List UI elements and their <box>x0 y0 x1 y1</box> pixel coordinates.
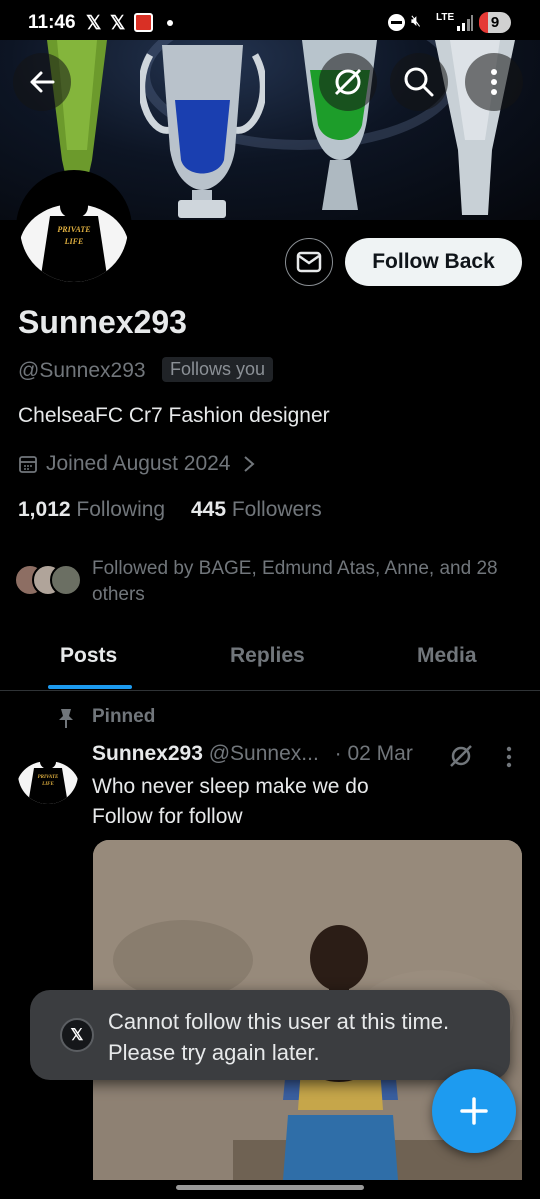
grok-icon <box>334 68 362 96</box>
error-toast: 𝕏 Cannot follow this user at this time. … <box>30 990 510 1080</box>
mute-icon: 🔇︎ <box>411 13 422 30</box>
battery-low-fill <box>479 12 488 33</box>
battery-level: 9 <box>490 14 500 31</box>
post-text-line: Who never sleep make we do <box>92 775 369 798</box>
post-avatar-image: PRIVATE LIFE <box>18 744 78 804</box>
follow-back-button[interactable]: Follow Back <box>345 238 522 286</box>
joined-date-row[interactable]: Joined August 2024 <box>18 452 257 476</box>
x-logo-icon: 𝕏 <box>60 1018 94 1052</box>
followers-link[interactable]: 445 Followers <box>191 498 322 521</box>
post-more-icon[interactable] <box>504 745 514 769</box>
chevron-right-icon <box>243 456 255 472</box>
post-author-handle[interactable]: @Sunnex... <box>209 742 319 765</box>
svg-text:LIFE: LIFE <box>64 237 84 246</box>
svg-text:LIFE: LIFE <box>41 782 54 787</box>
avatar-logo-text: PRIVATE <box>57 225 90 234</box>
signal-icon <box>457 15 473 31</box>
x-app-icon-2: 𝕏 <box>110 13 126 34</box>
post-text: Who never sleep make we do Follow for fo… <box>92 772 369 832</box>
tab-media[interactable]: Media <box>417 644 477 668</box>
following-count: 1,012 <box>18 498 71 521</box>
following-label: Following <box>76 498 166 521</box>
follow-stats: 1,012 Following 445 Followers <box>18 498 322 522</box>
back-button[interactable] <box>13 53 71 111</box>
active-tab-indicator <box>48 685 132 689</box>
pin-icon <box>59 709 73 728</box>
dnd-icon <box>388 14 405 31</box>
more-vertical-icon <box>491 69 497 95</box>
calendar-icon <box>19 456 37 473</box>
profile-name: Sunnex293 <box>18 304 187 340</box>
compose-post-button[interactable] <box>432 1069 516 1153</box>
post-header: Sunnex293 @Sunnex... · 02 Mar <box>92 742 413 766</box>
followed-by-text[interactable]: Followed by BAGE, Edmund Atas, Anne, and… <box>92 556 522 608</box>
follows-you-badge: Follows you <box>162 357 274 382</box>
plus-icon <box>460 1097 488 1125</box>
followed-by-avatars[interactable] <box>14 562 86 598</box>
avatar-image: PRIVATE LIFE <box>20 174 128 282</box>
tabs-divider <box>0 690 540 691</box>
search-button[interactable] <box>390 53 448 111</box>
followers-count: 445 <box>190 498 227 521</box>
search-icon <box>404 67 434 97</box>
joined-date: Joined August 2024 <box>46 452 231 475</box>
grok-post-icon[interactable] <box>448 743 474 769</box>
post-text-line: Follow for follow <box>92 805 243 828</box>
battery-indicator: 9 <box>479 12 511 33</box>
news-app-icon <box>134 13 153 32</box>
x-app-icon: 𝕏 <box>86 13 102 34</box>
envelope-icon <box>296 251 322 273</box>
more-options-button[interactable] <box>465 53 523 111</box>
pinned-label: Pinned <box>92 706 156 727</box>
following-link[interactable]: 1,012 Following <box>18 498 165 521</box>
followers-label: Followers <box>231 498 322 521</box>
post-author-name[interactable]: Sunnex293 <box>92 742 203 765</box>
post-date: · 02 Mar <box>334 742 413 765</box>
back-arrow-icon <box>30 71 55 93</box>
notification-dot-icon <box>167 20 173 26</box>
status-time: 11:46 <box>28 12 76 33</box>
profile-bio: ChelseaFC Cr7 Fashion designer <box>18 404 330 427</box>
toast-message: Cannot follow this user at this time. Pl… <box>108 1009 450 1065</box>
tab-posts[interactable]: Posts <box>60 644 117 668</box>
post-author-avatar[interactable]: PRIVATE LIFE <box>18 744 78 804</box>
svg-text:PRIVATE: PRIVATE <box>38 775 59 780</box>
status-bar: 11:46 𝕏 𝕏 🔇︎ LTE 9 <box>0 0 540 40</box>
trophy-champions-image <box>140 45 265 218</box>
tab-replies[interactable]: Replies <box>230 644 305 668</box>
home-indicator[interactable] <box>176 1185 364 1190</box>
profile-handle: @Sunnex293 <box>18 359 146 382</box>
profile-avatar[interactable]: PRIVATE LIFE <box>16 170 132 286</box>
follower-avatar <box>50 564 82 596</box>
grok-button[interactable] <box>319 53 377 111</box>
message-button[interactable] <box>285 238 333 286</box>
network-type: LTE <box>436 12 455 23</box>
